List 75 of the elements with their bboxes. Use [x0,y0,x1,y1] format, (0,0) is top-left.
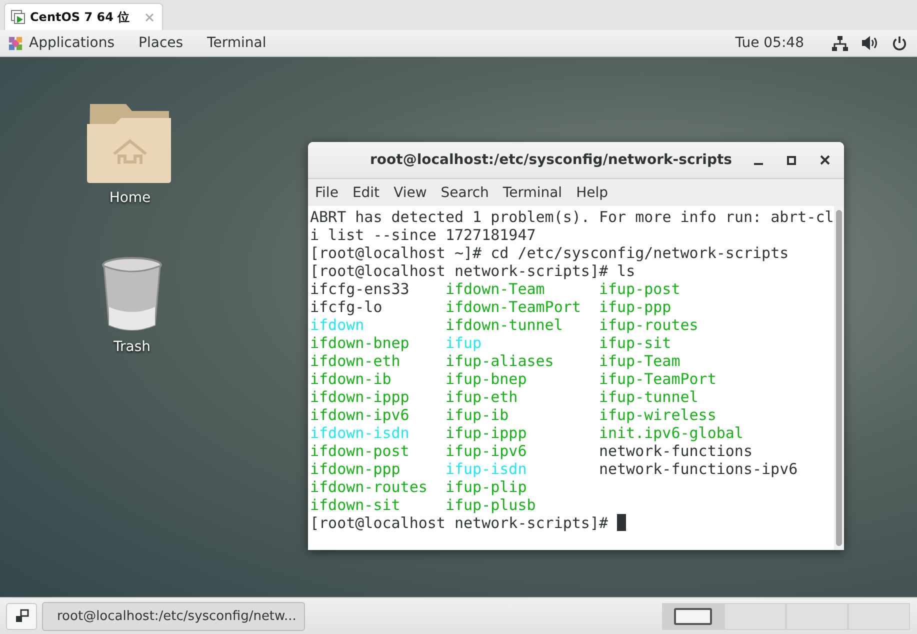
terminal-line: ABRT has detected 1 problem(s). For more info run: abrt-cl [310,208,834,226]
workspace-thumbnail[interactable] [662,602,724,630]
menu-item[interactable]: Edit [345,184,387,200]
file-name: ifdown-sit [310,496,400,514]
file-name: ifup-eth [445,388,518,406]
taskbar-window-button[interactable]: root@localhost:/etc/sysconfig/netw... [42,602,305,630]
home-folder-icon[interactable] [87,102,173,184]
file-name: ifdown [310,316,364,334]
top-menu-item[interactable]: Applications [23,35,127,51]
file-name: ifup-isdn [445,460,527,478]
window-title: root@localhost:/etc/sysconfig/network-scripts [368,152,734,168]
terminal-line: [root@localhost network-scripts]# [310,514,608,532]
terminal-line: [root@localhost network-scripts]# ls [310,262,636,280]
menu-item[interactable]: File [308,184,346,200]
file-name: network-functions-ipv6 [598,460,798,478]
file-name: ifup-Team [598,352,680,370]
trash-can-icon[interactable] [101,257,163,333]
file-name: ifup-ppp [598,298,672,316]
file-name: ifdown-ib [310,370,392,388]
power-icon[interactable] [892,36,907,50]
file-name: ifup-TeamPort [598,370,716,388]
top-menu-item[interactable]: Places [126,35,196,51]
menu-item[interactable]: Help [569,184,615,200]
show-desktop-button[interactable] [6,602,37,630]
workspace-thumbnail[interactable] [848,602,910,630]
file-name: ifup [445,334,482,352]
file-name: ifup-ipv6 [445,442,527,460]
file-name: ifdown-bnep [310,334,410,352]
file-name: ifup-ippp [445,424,527,442]
top-menu-item[interactable]: Terminal [195,35,278,51]
windows-icon [14,609,28,623]
file-name: ifdown-ppp [310,460,400,478]
applications-logo-icon [8,36,23,50]
desktop-icon-label: Home [109,190,151,206]
file-name: ifdown-routes [310,478,428,496]
file-name: ifdown-ippp [310,388,410,406]
desktop-icon-label: Trash [114,339,150,355]
vm-tab[interactable]: CentOS 7 64 位 [4,3,163,30]
scrollbar-thumb[interactable] [836,210,842,546]
file-name: ifup-wireless [598,406,716,424]
file-name: ifdown-eth [310,352,400,370]
file-name: ifdown-tunnel [445,316,563,334]
terminal-line: [root@localhost ~]# cd /etc/sysconfig/network-scripts [310,244,789,262]
volume-icon[interactable] [862,36,878,50]
workspace-thumbnail[interactable] [786,602,848,630]
terminal-line: i list --since 1727181947 [310,226,536,244]
file-name: ifup-plusb [445,496,536,514]
file-name: init.ipv6-global [598,424,744,442]
file-name: ifup-sit [598,334,672,352]
file-name: ifdown-ipv6 [310,406,410,424]
file-name: ifdown-isdn [310,424,410,442]
file-name: ifup-post [598,280,680,298]
text-cursor [617,514,626,531]
vm-icon [11,10,25,24]
file-name: ifup-tunnel [598,388,698,406]
menu-item[interactable]: Terminal [496,184,570,200]
file-name: ifup-bnep [445,370,527,388]
file-name: ifup-aliases [445,352,554,370]
file-name: ifdown-TeamPort [445,298,581,316]
file-name: network-functions [598,442,752,460]
close-icon[interactable] [820,155,830,165]
menu-item[interactable]: View [386,184,434,200]
window-preview [674,608,712,624]
maximize-icon[interactable] [787,156,796,164]
file-name: ifcfg-ens33 [310,280,410,298]
network-icon[interactable] [832,36,848,50]
file-name: ifdown-post [310,442,410,460]
workspace-thumbnail[interactable] [724,602,786,630]
clock[interactable]: Tue 05:48 [735,35,804,51]
menu-item[interactable]: Search [434,184,496,200]
file-name: ifcfg-lo [310,298,382,316]
file-name: ifup-ib [445,406,509,424]
file-name: ifdown-Team [445,280,545,298]
file-name: ifup-routes [598,316,698,334]
file-name: ifup-plip [445,478,527,496]
